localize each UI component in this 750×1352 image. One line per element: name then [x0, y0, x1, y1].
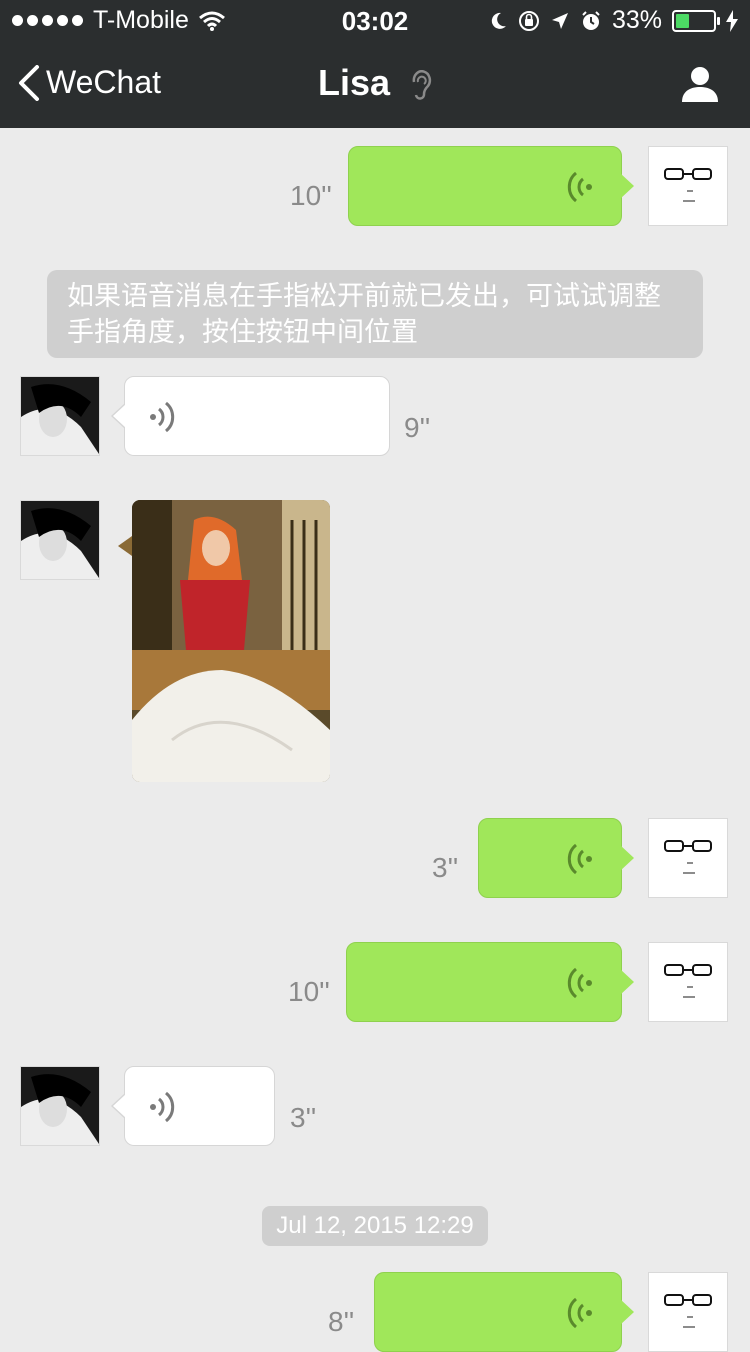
location-arrow-icon — [551, 12, 568, 29]
voice-duration: 9'' — [404, 412, 431, 443]
voice-wave-icon — [567, 1297, 592, 1329]
battery-percent: 33% — [611, 6, 662, 34]
voice-message-bubble[interactable] — [348, 146, 634, 226]
sketch-face-icon — [664, 840, 712, 874]
chat-title: Lisa — [0, 62, 750, 104]
contact-avatar[interactable] — [20, 1066, 100, 1146]
header: T-Mobile 03:02 33% WeChat Lisa — [0, 0, 750, 128]
voice-wave-icon — [150, 1091, 175, 1123]
voice-message-bubble[interactable] — [111, 1066, 275, 1146]
voice-wave-icon — [567, 967, 592, 999]
voice-duration: 8'' — [328, 1306, 355, 1337]
moon-icon — [491, 12, 506, 29]
voice-wave-icon — [567, 843, 592, 875]
voice-message-bubble[interactable] — [478, 818, 634, 898]
contact-name: Lisa — [317, 62, 391, 103]
image-bubble-tail — [118, 536, 132, 556]
system-tip: 如果语音消息在手指松开前就已发出，可试试调整手指角度，按住按钮中间位置 — [47, 270, 703, 358]
alarm-icon — [582, 10, 600, 30]
timestamp-chip: Jul 12, 2015 12:29 — [262, 1206, 488, 1246]
portrait-avatar-icon — [21, 377, 99, 455]
sketch-face-icon — [664, 168, 712, 202]
my-avatar[interactable] — [648, 146, 728, 226]
voice-wave-icon — [150, 401, 175, 433]
voice-duration: 3'' — [290, 1102, 317, 1133]
voice-duration: 3'' — [432, 852, 459, 883]
voice-duration: 10'' — [288, 976, 330, 1007]
voice-message-bubble[interactable] — [111, 376, 390, 456]
portrait-avatar-icon — [21, 501, 99, 579]
contact-avatar[interactable] — [20, 500, 100, 580]
sketch-face-icon — [664, 964, 712, 998]
my-avatar[interactable] — [648, 1272, 728, 1352]
status-bar: T-Mobile 03:02 33% — [0, 0, 750, 40]
ear-icon — [412, 70, 432, 101]
sketch-face-icon — [664, 1294, 712, 1328]
chat-area[interactable]: 10'' 如果语音消息在手指松开前就已发出，可试试调整手指角度，按住按钮中间位置… — [0, 128, 750, 1352]
my-avatar[interactable] — [648, 942, 728, 1022]
photo-thumbnail — [132, 500, 330, 782]
nav-bar: WeChat Lisa — [0, 40, 750, 128]
voice-duration: 10'' — [290, 180, 332, 211]
voice-message-bubble[interactable] — [374, 1272, 634, 1352]
image-message[interactable] — [132, 500, 330, 782]
contact-avatar[interactable] — [20, 376, 100, 456]
person-icon[interactable] — [680, 64, 720, 104]
voice-message-bubble[interactable] — [346, 942, 634, 1022]
my-avatar[interactable] — [648, 818, 728, 898]
rotation-lock-icon — [518, 10, 539, 31]
battery-icon — [672, 9, 720, 32]
charging-bolt-icon — [726, 9, 738, 32]
voice-wave-icon — [567, 171, 592, 203]
portrait-avatar-icon — [21, 1067, 99, 1145]
status-right: 33% — [488, 6, 738, 35]
